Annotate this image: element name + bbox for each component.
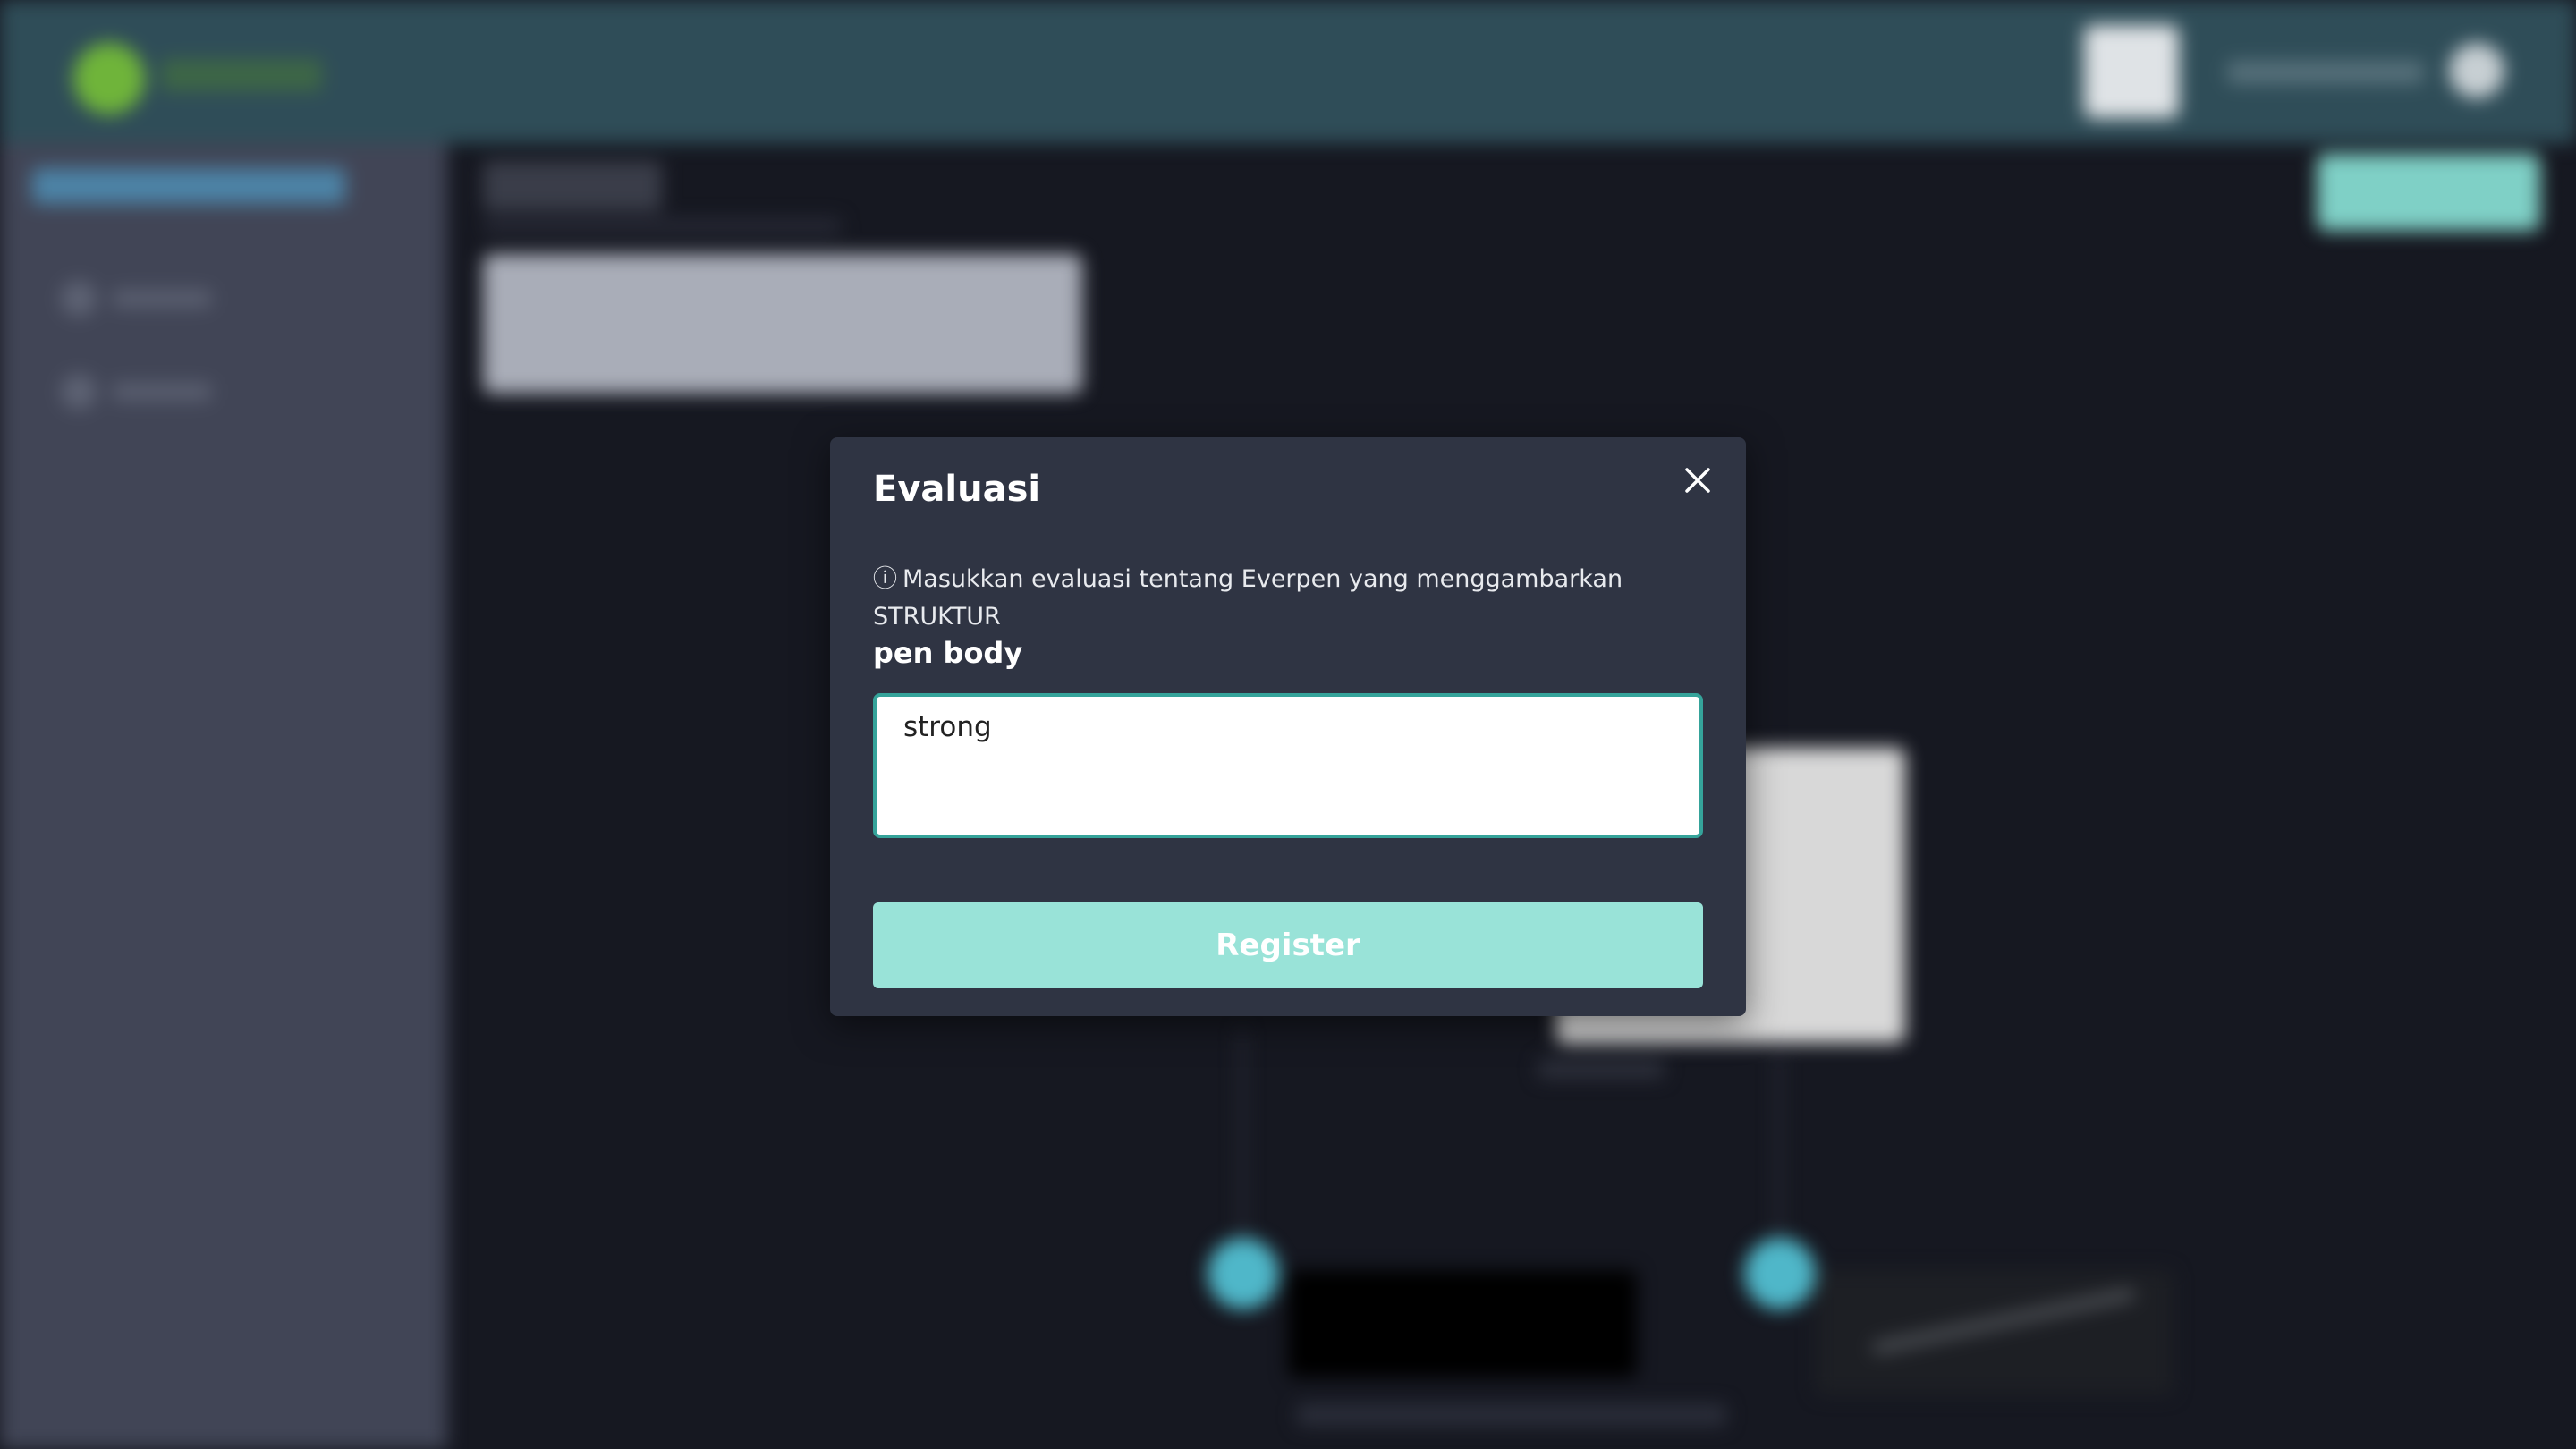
logo-icon [73,43,145,114]
field-label: pen body [873,636,1023,670]
info-icon: ⓘ [873,565,897,593]
info-card [483,254,1082,394]
sidebar-title [32,168,345,204]
flow-node[interactable] [1744,1238,1816,1309]
sidebar-item-icon [61,374,97,410]
register-button[interactable]: Register [873,902,1703,988]
close-icon[interactable] [1680,462,1716,498]
sidebar-item-label [113,290,211,308]
sidebar-item[interactable] [61,281,222,317]
connector-line [1240,1029,1245,1252]
bottom-caption [1297,1404,1726,1426]
action-button[interactable] [2317,154,2540,231]
info-text: Masukkan evaluasi tentang Everpen yang m… [873,565,1623,631]
flow-card-label [1538,1059,1664,1079]
sidebar-item-icon [61,281,97,317]
image-preview [1288,1270,1637,1377]
connector-line [1776,1055,1782,1252]
flow-node[interactable] [1208,1238,1279,1309]
user-name [2227,61,2424,84]
page-subtitle [483,218,841,234]
evaluation-input[interactable]: strong [873,693,1703,838]
page-title [483,161,662,211]
logo-text [161,59,322,91]
sidebar-item-label [113,383,211,401]
navbar-square-button[interactable] [2084,25,2179,118]
avatar[interactable] [2449,43,2504,98]
sidebar [0,143,447,1449]
top-navbar [0,0,2576,143]
info-message: ⓘ Masukkan evaluasi tentang Everpen yang … [873,561,1678,636]
sidebar-item[interactable] [61,374,222,410]
close-icon-graphic [1685,468,1710,493]
modal-title: Evaluasi [873,469,1041,510]
evaluation-modal: Evaluasi ⓘ Masukkan evaluasi tentang Ever… [830,437,1746,1016]
